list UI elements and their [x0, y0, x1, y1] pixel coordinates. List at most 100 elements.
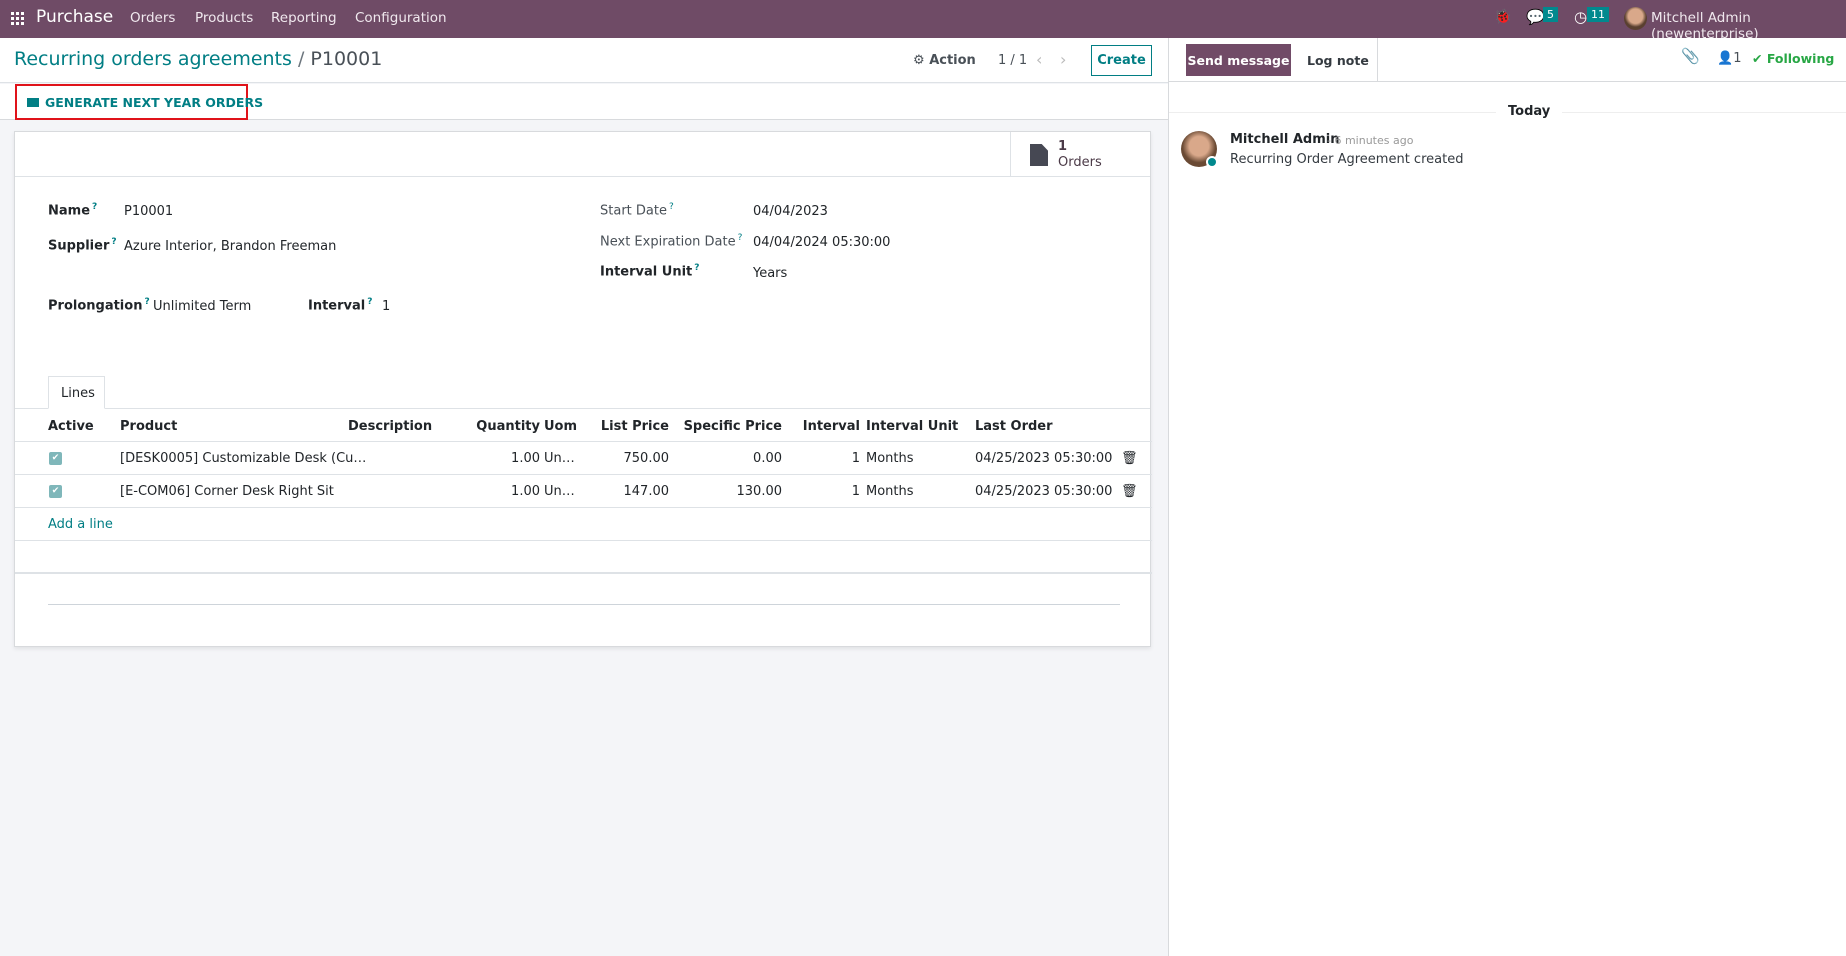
- action-menu[interactable]: ⚙ Action: [913, 53, 976, 68]
- cell-uom: Un…: [544, 484, 575, 499]
- supplier-label: Supplier?: [48, 237, 117, 254]
- debug-bug-icon[interactable]: 🐞: [1494, 9, 1511, 25]
- check-icon: ✔: [1752, 51, 1767, 66]
- message-author[interactable]: Mitchell Admin: [1230, 132, 1339, 147]
- col-interval-unit[interactable]: Interval Unit: [866, 419, 958, 434]
- app-name[interactable]: Purchase: [36, 7, 113, 27]
- lines-table: Active Product Description Quantity Uom …: [15, 408, 1152, 628]
- tab-lines-label: Lines: [61, 386, 95, 401]
- envelope-icon: [27, 98, 39, 107]
- cell-quantity: 1.00: [511, 484, 540, 499]
- active-checkbox[interactable]: ✔: [49, 485, 62, 498]
- cell-uom: Un…: [544, 451, 575, 466]
- cell-product: [E-COM06] Corner Desk Right Sit: [120, 484, 334, 499]
- orders-stat-button[interactable]: 1 Orders: [1010, 132, 1150, 177]
- cell-interval: 1: [851, 484, 860, 499]
- cell-list-price: 147.00: [623, 484, 670, 499]
- cell-list-price: 750.00: [623, 451, 670, 466]
- empty-row: [15, 541, 1152, 574]
- online-status-dot: [1206, 156, 1218, 168]
- col-product[interactable]: Product: [120, 419, 177, 434]
- messages-icon[interactable]: 💬: [1526, 8, 1545, 26]
- top-navbar: Purchase Orders Products Reporting Confi…: [0, 0, 1846, 42]
- cell-interval-unit: Months: [866, 451, 914, 466]
- cell-last-order: 04/25/2023 05:30:00: [975, 484, 1113, 499]
- cell-interval: 1: [851, 451, 860, 466]
- col-uom[interactable]: Uom: [544, 419, 577, 434]
- menu-configuration[interactable]: Configuration: [355, 10, 447, 26]
- interval-label: Interval?: [308, 297, 373, 314]
- breadcrumb: Recurring orders agreements / P10001: [14, 48, 382, 70]
- pager-prev-icon[interactable]: ‹: [1036, 50, 1042, 69]
- interval-value[interactable]: 1: [382, 299, 390, 314]
- followers-count: 1: [1733, 51, 1742, 66]
- breadcrumb-current: P10001: [310, 48, 383, 70]
- breadcrumb-parent[interactable]: Recurring orders agreements: [14, 48, 292, 70]
- attachment-paperclip-icon[interactable]: 📎: [1681, 47, 1700, 65]
- col-quantity[interactable]: Quantity: [476, 419, 540, 434]
- col-list-price[interactable]: List Price: [601, 419, 669, 434]
- following-button[interactable]: ✔ Following: [1752, 51, 1834, 66]
- button-bar: GENERATE NEXT YEAR ORDERS: [0, 84, 1168, 120]
- pager-next-icon[interactable]: ›: [1060, 50, 1066, 69]
- action-label: Action: [929, 53, 976, 68]
- followers-button[interactable]: 👤1: [1717, 51, 1741, 66]
- message-time: - 6 minutes ago: [1327, 134, 1414, 147]
- stat-count: 1: [1058, 139, 1068, 154]
- user-icon: 👤: [1717, 51, 1734, 66]
- create-button[interactable]: Create: [1091, 45, 1152, 76]
- add-line-row: Add a line: [15, 508, 1152, 541]
- stat-label: Orders: [1058, 155, 1102, 170]
- add-line-link[interactable]: Add a line: [48, 517, 113, 532]
- interval-unit-value[interactable]: Years: [753, 266, 787, 281]
- prolongation-label: Prolongation?: [48, 297, 150, 314]
- table-row[interactable]: ✔ [E-COM06] Corner Desk Right Sit 1.00 U…: [15, 475, 1152, 508]
- supplier-value[interactable]: Azure Interior, Brandon Freeman: [124, 239, 336, 254]
- cell-specific-price: 130.00: [736, 484, 783, 499]
- send-message-button[interactable]: Send message: [1186, 44, 1291, 76]
- table-header: Active Product Description Quantity Uom …: [15, 409, 1152, 442]
- pager-value[interactable]: 1 / 1: [998, 53, 1027, 68]
- col-interval[interactable]: Interval: [803, 419, 860, 434]
- form-view: Recurring orders agreements / P10001 ⚙ A…: [0, 38, 1168, 956]
- col-description[interactable]: Description: [348, 419, 432, 434]
- tab-lines[interactable]: Lines: [48, 376, 105, 409]
- next-expiration-label: Next Expiration Date?: [600, 233, 743, 250]
- menu-reporting[interactable]: Reporting: [271, 10, 337, 26]
- user-avatar[interactable]: [1624, 7, 1647, 30]
- activities-badge: 11: [1587, 7, 1609, 22]
- start-date-label: Start Date?: [600, 202, 674, 219]
- form-sheet: 1 Orders Name? P10001 Supplier? Azure In…: [14, 131, 1152, 647]
- activities-clock-icon[interactable]: ◷: [1574, 8, 1587, 26]
- col-specific-price[interactable]: Specific Price: [684, 419, 782, 434]
- cell-interval-unit: Months: [866, 484, 914, 499]
- cell-last-order: 04/25/2023 05:30:00: [975, 451, 1113, 466]
- interval-unit-label: Interval Unit?: [600, 263, 700, 280]
- document-icon: [1030, 144, 1048, 166]
- following-label: Following: [1766, 51, 1835, 66]
- log-note-button[interactable]: Log note: [1307, 53, 1369, 68]
- table-row[interactable]: ✔ [DESK0005] Customizable Desk (Cu… 1.00…: [15, 442, 1152, 475]
- notes-separator: [48, 604, 1120, 605]
- chatter-tab-divider: [1377, 38, 1378, 81]
- breadcrumb-separator: /: [297, 48, 311, 70]
- start-date-value[interactable]: 04/04/2023: [753, 204, 828, 219]
- cell-specific-price: 0.00: [753, 451, 782, 466]
- message: Mitchell Admin - 6 minutes ago Recurring…: [1169, 130, 1846, 180]
- generate-next-year-orders-button[interactable]: GENERATE NEXT YEAR ORDERS: [15, 84, 263, 120]
- date-separator: Today: [1496, 104, 1563, 119]
- active-checkbox[interactable]: ✔: [49, 452, 62, 465]
- control-panel: Recurring orders agreements / P10001 ⚙ A…: [0, 38, 1168, 83]
- messages-badge: 5: [1543, 7, 1558, 22]
- trash-icon[interactable]: 🗑: [1121, 451, 1138, 466]
- col-active[interactable]: Active: [48, 419, 94, 434]
- cell-product: [DESK0005] Customizable Desk (Cu…: [120, 451, 367, 466]
- next-expiration-value[interactable]: 04/04/2024 05:30:00: [753, 235, 890, 250]
- trash-icon[interactable]: 🗑: [1121, 484, 1138, 499]
- prolongation-value[interactable]: Unlimited Term: [153, 299, 251, 314]
- menu-products[interactable]: Products: [195, 10, 253, 26]
- menu-orders[interactable]: Orders: [130, 10, 175, 26]
- name-value[interactable]: P10001: [124, 204, 173, 219]
- apps-menu-icon[interactable]: [11, 12, 24, 25]
- col-last-order[interactable]: Last Order: [975, 419, 1053, 434]
